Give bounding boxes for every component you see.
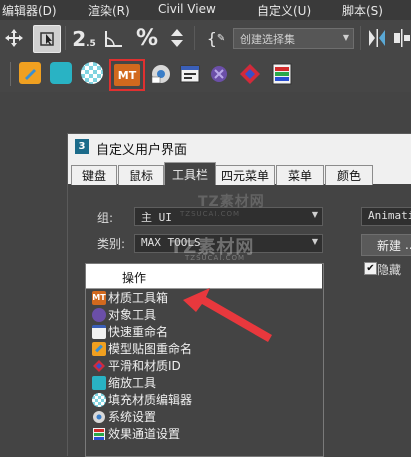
effect-channel-icon[interactable] [270, 62, 294, 86]
system-settings-icon[interactable] [150, 63, 172, 85]
category-value: MAX TOOLS [141, 236, 201, 249]
list-item-label: 材质工具箱 [108, 291, 169, 305]
object-tools-icon [92, 307, 106, 322]
angle-snap-icon[interactable] [102, 27, 126, 51]
list-item-smooth-material-id[interactable]: 平滑和材质ID [92, 357, 181, 374]
list-item-label: 效果通道设置 [108, 427, 181, 441]
scale-tool-icon [92, 375, 106, 390]
max-tools-toolbar: MT [0, 56, 411, 92]
category-label: 类别: [97, 237, 126, 251]
group-value: 主 UI [141, 211, 172, 224]
selection-set-dropdown[interactable]: 创建选择集 ▼ [233, 28, 354, 49]
new-button[interactable]: 新建 .. [361, 234, 411, 256]
move-icon[interactable] [4, 28, 24, 48]
tab-mouse[interactable]: 鼠标 [118, 165, 164, 185]
list-item-label: 平滑和材质ID [108, 359, 181, 373]
smooth-material-id-icon[interactable] [238, 62, 262, 86]
mt-icon[interactable]: MT [114, 64, 140, 86]
toolbar-select-dropdown[interactable]: Animati [361, 207, 411, 226]
group-label: 组: [97, 211, 114, 225]
tab-keyboard[interactable]: 键盘 [71, 165, 117, 185]
list-item-object-tools[interactable]: 对象工具 [92, 306, 156, 323]
toolbar-select-value: Animati [368, 209, 411, 222]
list-item-label: 快速重命名 [108, 325, 169, 339]
tab-menus[interactable]: 菜单 [276, 165, 324, 185]
list-item-label: 系统设置 [108, 410, 157, 424]
list-item-label: 缩放工具 [108, 376, 157, 390]
list-item-label: 填充材质编辑器 [108, 393, 193, 407]
annotation-arrow [183, 288, 272, 342]
object-tools-icon[interactable] [208, 63, 230, 85]
app-logo-icon: 3 [75, 139, 89, 154]
hide-checkbox[interactable]: ✔ [364, 262, 377, 275]
fill-material-editor-icon[interactable] [81, 62, 103, 84]
hide-checkbox-label: 隐藏 [377, 263, 402, 277]
effect-channel-icon [92, 427, 106, 441]
scale-tool-icon[interactable] [50, 62, 72, 84]
new-button-label: 新建 [377, 238, 402, 253]
select-object-icon[interactable] [33, 25, 61, 53]
menu-editor[interactable]: 编辑器(D) [2, 2, 57, 19]
mt-icon: MT [92, 290, 106, 305]
ellipsis-icon: .. [405, 238, 411, 252]
percent-snap-icon[interactable]: % [135, 26, 159, 51]
list-item-system-settings[interactable]: 系统设置 [92, 408, 156, 425]
menu-civil-view[interactable]: Civil View [158, 2, 216, 16]
chevron-down-icon: ▼ [311, 210, 318, 219]
selection-set-placeholder: 创建选择集 [240, 33, 295, 46]
chevron-down-icon: ▼ [342, 33, 349, 42]
align-icon[interactable] [392, 26, 411, 50]
list-item-scale-tool[interactable]: 缩放工具 [92, 374, 156, 391]
list-item-model-map-rename[interactable]: 模型贴图重命名 [92, 340, 192, 357]
menu-bar: 编辑器(D) 渲染(R) Civil View 自定义(U) 脚本(S) [0, 0, 411, 20]
menu-render[interactable]: 渲染(R) [88, 2, 130, 19]
list-item-quick-rename[interactable]: 快速重命名 [92, 323, 168, 340]
fill-material-editor-icon [92, 392, 106, 407]
category-dropdown[interactable]: MAX TOOLS ▼ [134, 234, 323, 253]
model-map-rename-icon[interactable] [19, 62, 41, 84]
menu-scripting[interactable]: 脚本(S) [342, 2, 383, 19]
edit-named-selection-icon[interactable]: {✎ [203, 26, 229, 50]
quick-rename-icon [92, 324, 106, 339]
tab-quad-menus[interactable]: 四元菜单 [215, 165, 275, 185]
tab-colors[interactable]: 颜色 [325, 165, 373, 185]
list-item-fill-material-editor[interactable]: 填充材质编辑器 [92, 391, 192, 408]
quick-rename-icon[interactable] [179, 63, 201, 85]
list-item-label: 对象工具 [108, 308, 157, 322]
group-dropdown[interactable]: 主 UI ▼ [134, 207, 323, 226]
dialog-title: 自定义用户界面 [96, 143, 188, 158]
main-toolbar: 2.5 % {✎ 创建选择集 ▼ [0, 20, 411, 57]
smooth-material-id-icon [92, 359, 106, 373]
model-map-rename-icon [92, 341, 106, 356]
snap-toggle-icon[interactable]: 2.5 [72, 27, 96, 51]
tab-strip: 键盘 鼠标 工具栏 四元菜单 菜单 颜色 [68, 160, 411, 185]
list-item-effect-channel[interactable]: 效果通道设置 [92, 425, 180, 442]
actions-header-label: 操作 [122, 271, 147, 285]
chevron-down-icon: ▼ [311, 237, 318, 246]
tab-toolbars[interactable]: 工具栏 [164, 162, 216, 185]
list-item-material-toolbox[interactable]: MT 材质工具箱 [92, 289, 168, 306]
spinner-snap-icon[interactable] [166, 26, 188, 50]
system-settings-icon [92, 410, 106, 424]
menu-customize[interactable]: 自定义(U) [257, 2, 311, 19]
dialog-titlebar[interactable]: 3 自定义用户界面 [68, 134, 411, 160]
mirror-icon[interactable] [366, 26, 388, 50]
